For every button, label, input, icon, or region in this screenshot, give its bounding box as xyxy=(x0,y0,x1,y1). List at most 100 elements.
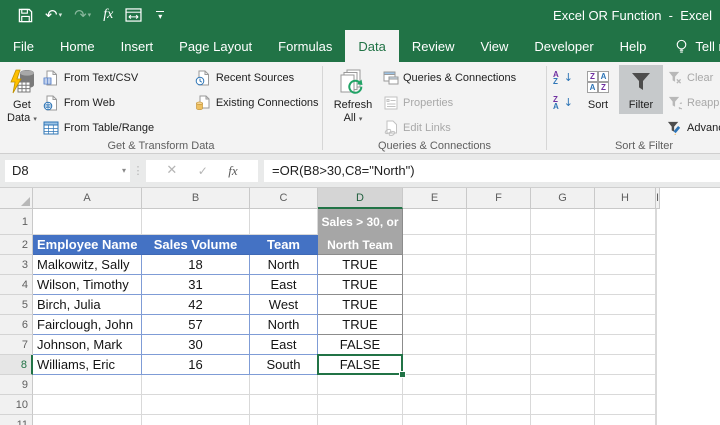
row-header-3[interactable]: 3 xyxy=(0,255,33,275)
cell-B2[interactable]: Sales Volume xyxy=(142,235,250,255)
from-text-csv-button[interactable]: From Text/CSV xyxy=(40,65,192,90)
cell-D3[interactable]: TRUE xyxy=(318,255,403,275)
cell-H4[interactable] xyxy=(595,275,656,295)
tab-formulas[interactable]: Formulas xyxy=(265,30,345,62)
row-header-7[interactable]: 7 xyxy=(0,335,33,355)
tab-data[interactable]: Data xyxy=(345,30,399,62)
sort-descending-button[interactable]: Z A ↓ xyxy=(551,90,577,115)
queries-connections-button[interactable]: Queries & Connections xyxy=(379,65,521,90)
cell-A7[interactable]: Johnson, Mark xyxy=(33,335,142,355)
cell-I1[interactable] xyxy=(656,209,657,235)
name-box-dropdown-icon[interactable]: ▾ xyxy=(122,166,126,175)
cell-I6[interactable] xyxy=(656,315,657,335)
cell-I11[interactable] xyxy=(656,415,657,425)
cell-I10[interactable] xyxy=(656,395,657,415)
cell-D9[interactable] xyxy=(318,375,403,395)
cell-A6[interactable]: Fairclough, John xyxy=(33,315,142,335)
cell-A9[interactable] xyxy=(33,375,142,395)
cell-B6[interactable]: 57 xyxy=(142,315,250,335)
cell-G3[interactable] xyxy=(531,255,595,275)
cell-I9[interactable] xyxy=(656,375,657,395)
cell-D11[interactable] xyxy=(318,415,403,425)
cell-E4[interactable] xyxy=(403,275,467,295)
cell-C8[interactable]: South xyxy=(250,355,318,375)
cell-I5[interactable] xyxy=(656,295,657,315)
tab-developer[interactable]: Developer xyxy=(521,30,606,62)
cell-F9[interactable] xyxy=(467,375,531,395)
column-header-F[interactable]: F xyxy=(467,188,531,209)
cell-G6[interactable] xyxy=(531,315,595,335)
cell-F7[interactable] xyxy=(467,335,531,355)
cell-B1[interactable] xyxy=(142,209,250,235)
sort-ascending-button[interactable]: A Z ↓ xyxy=(551,65,577,90)
cell-F4[interactable] xyxy=(467,275,531,295)
insert-function-fx-icon[interactable]: fx xyxy=(228,163,237,179)
tab-file[interactable]: File xyxy=(0,30,47,62)
cell-C5[interactable]: West xyxy=(250,295,318,315)
cell-A11[interactable] xyxy=(33,415,142,425)
cell-D4[interactable]: TRUE xyxy=(318,275,403,295)
cell-F2[interactable] xyxy=(467,235,531,255)
row-header-1[interactable]: 1 xyxy=(0,209,33,235)
cell-C1[interactable] xyxy=(250,209,318,235)
insert-function-icon[interactable]: fx xyxy=(99,3,117,27)
cell-B3[interactable]: 18 xyxy=(142,255,250,275)
sort-button[interactable]: ZA AZ Sort xyxy=(577,65,619,114)
cell-F1[interactable] xyxy=(467,209,531,235)
customize-qat-icon[interactable]: ▾ xyxy=(156,10,165,21)
row-header-4[interactable]: 4 xyxy=(0,275,33,295)
cell-I8[interactable] xyxy=(656,355,657,375)
cell-H5[interactable] xyxy=(595,295,656,315)
cell-D7[interactable]: FALSE xyxy=(318,335,403,355)
cell-E3[interactable] xyxy=(403,255,467,275)
column-header-D[interactable]: D xyxy=(318,188,403,209)
filter-button[interactable]: Filter xyxy=(619,65,663,114)
cell-C9[interactable] xyxy=(250,375,318,395)
cell-C10[interactable] xyxy=(250,395,318,415)
cell-B10[interactable] xyxy=(142,395,250,415)
column-header-H[interactable]: H xyxy=(595,188,656,209)
cell-D8[interactable]: FALSE xyxy=(317,354,406,378)
cell-E9[interactable] xyxy=(403,375,467,395)
row-header-6[interactable]: 6 xyxy=(0,315,33,335)
cell-D5[interactable]: TRUE xyxy=(318,295,403,315)
row-header-8[interactable]: 8 xyxy=(0,355,33,375)
cell-H7[interactable] xyxy=(595,335,656,355)
save-icon[interactable] xyxy=(14,3,37,27)
cell-G11[interactable] xyxy=(531,415,595,425)
cell-I3[interactable] xyxy=(656,255,657,275)
cell-G5[interactable] xyxy=(531,295,595,315)
cell-B11[interactable] xyxy=(142,415,250,425)
cell-B4[interactable]: 31 xyxy=(142,275,250,295)
tab-home[interactable]: Home xyxy=(47,30,108,62)
undo-dropdown-icon[interactable]: ▾ xyxy=(59,11,63,19)
cell-C3[interactable]: North xyxy=(250,255,318,275)
cell-H2[interactable] xyxy=(595,235,656,255)
cell-A5[interactable]: Birch, Julia xyxy=(33,295,142,315)
cell-D6[interactable]: TRUE xyxy=(318,315,403,335)
cell-C6[interactable]: North xyxy=(250,315,318,335)
fill-handle[interactable] xyxy=(399,371,406,378)
row-header-10[interactable]: 10 xyxy=(0,395,33,415)
from-table-range-button[interactable]: From Table/Range xyxy=(40,115,192,140)
cell-E2[interactable] xyxy=(403,235,467,255)
from-web-button[interactable]: From Web xyxy=(40,90,192,115)
cell-E6[interactable] xyxy=(403,315,467,335)
tab-help[interactable]: Help xyxy=(607,30,660,62)
tab-view[interactable]: View xyxy=(467,30,521,62)
cell-F10[interactable] xyxy=(467,395,531,415)
cell-G9[interactable] xyxy=(531,375,595,395)
cell-H11[interactable] xyxy=(595,415,656,425)
cell-H10[interactable] xyxy=(595,395,656,415)
formula-input[interactable]: =OR(B8>30,C8="North") xyxy=(264,159,720,182)
row-header-2[interactable]: 2 xyxy=(0,235,33,255)
cell-F3[interactable] xyxy=(467,255,531,275)
cell-E11[interactable] xyxy=(403,415,467,425)
cell-H1[interactable] xyxy=(595,209,656,235)
cell-G2[interactable] xyxy=(531,235,595,255)
cell-I7[interactable] xyxy=(656,335,657,355)
name-box[interactable]: D8 ▾ xyxy=(5,159,130,182)
cell-H8[interactable] xyxy=(595,355,656,375)
cell-F11[interactable] xyxy=(467,415,531,425)
cell-A10[interactable] xyxy=(33,395,142,415)
